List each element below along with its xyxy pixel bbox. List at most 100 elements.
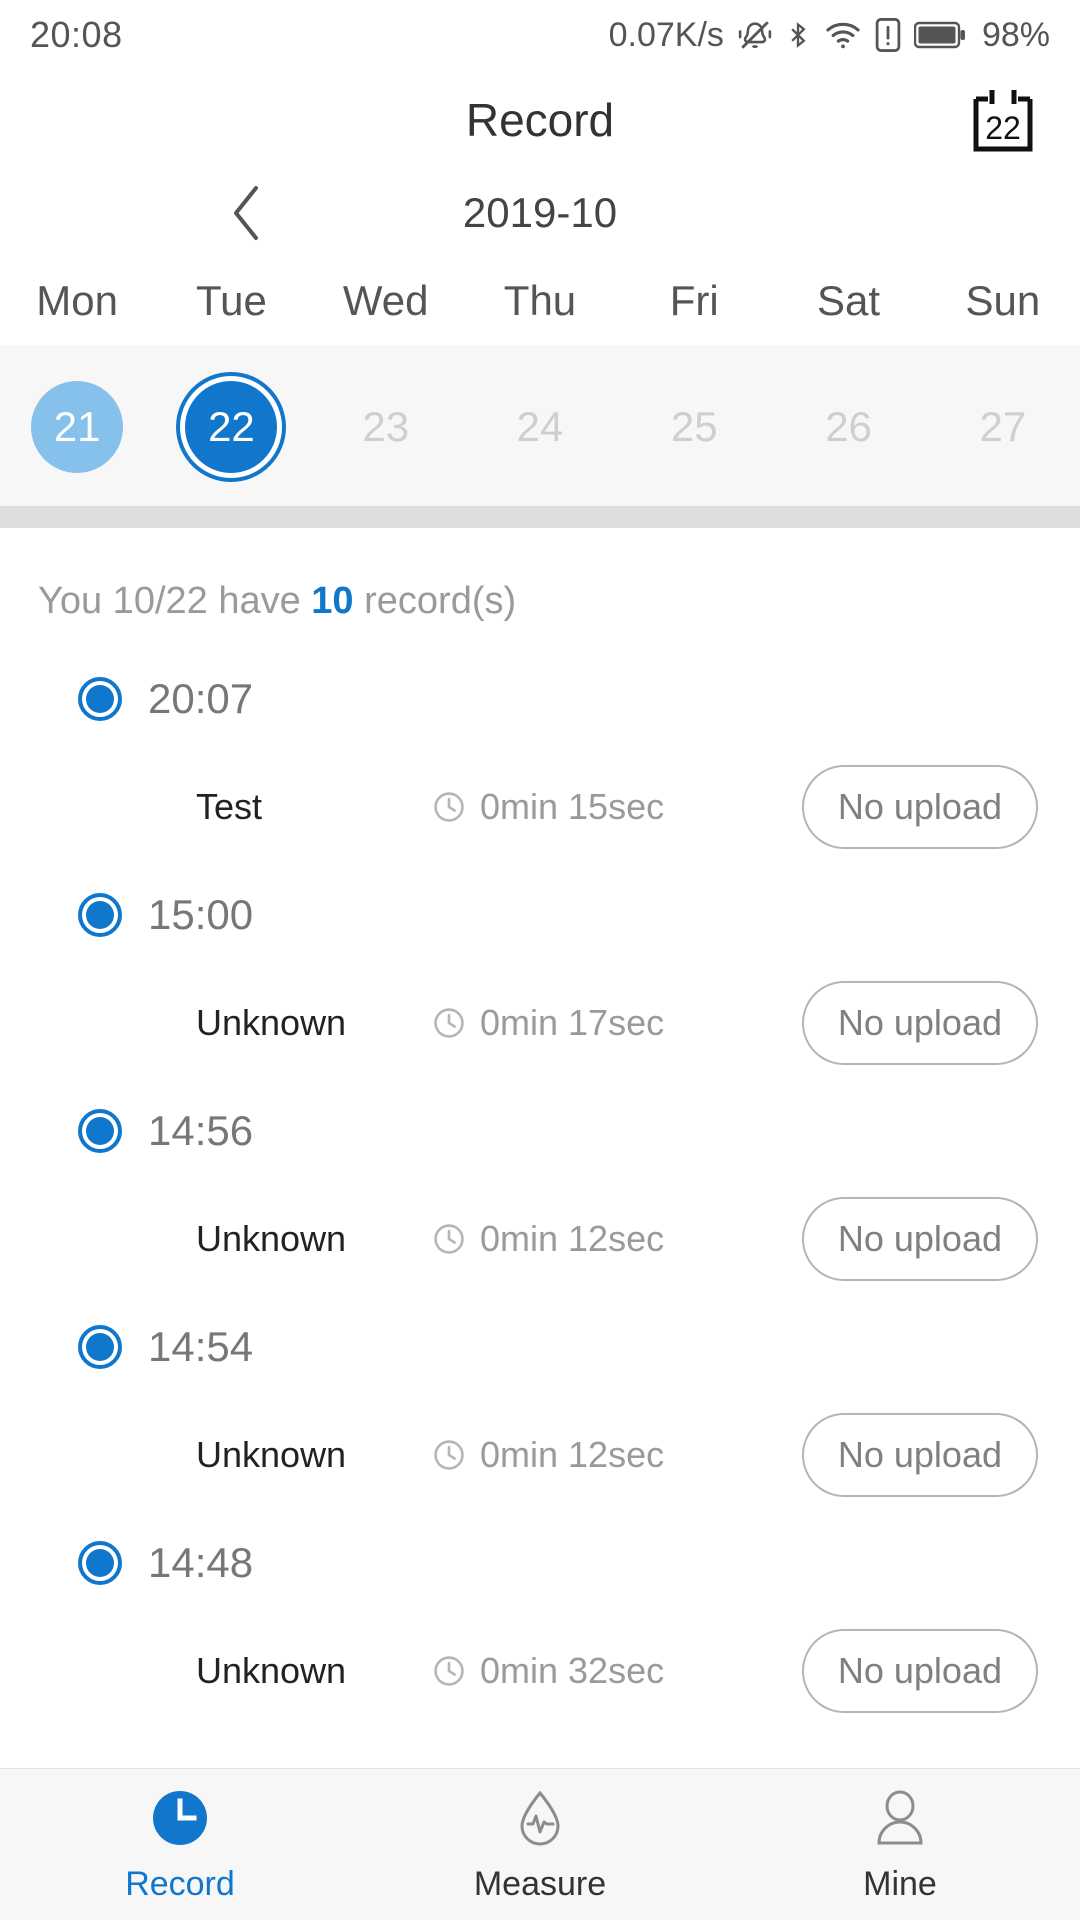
record-time: 20:07 xyxy=(148,675,254,722)
record-row[interactable]: Unknown 0min 12sec No upload xyxy=(0,1389,1080,1521)
record-row[interactable]: Test 0min 15sec No upload xyxy=(0,741,1080,873)
clock-icon xyxy=(148,1786,212,1855)
record-dot-icon xyxy=(78,1109,122,1153)
title-bar: Record 22 xyxy=(0,70,1080,170)
calendar-icon-day: 22 xyxy=(985,110,1021,146)
sim-alert-icon xyxy=(874,16,902,54)
record-time: 14:54 xyxy=(148,1323,254,1370)
weekday-sat: Sat xyxy=(817,277,881,324)
section-divider xyxy=(0,506,1080,528)
status-bar-icons: 0.07K/s 98% xyxy=(609,16,1050,55)
weekday-sun: Sun xyxy=(965,277,1041,324)
person-icon xyxy=(868,1786,932,1855)
droplet-pulse-icon xyxy=(508,1786,572,1855)
record-dot-icon xyxy=(78,1325,122,1369)
battery-percent-text: 98% xyxy=(981,15,1050,54)
weekday-header: Mon Tue Wed Thu Fri Sat Sun xyxy=(0,256,1080,346)
upload-status-button[interactable]: No upload xyxy=(801,981,1038,1065)
status-bar-time: 20:08 xyxy=(30,14,123,55)
month-nav: 2019-10 xyxy=(0,170,1080,256)
record-dot-icon xyxy=(78,677,122,721)
record-dot-icon xyxy=(78,893,122,937)
day-25[interactable]: 25 xyxy=(648,381,740,473)
vibrate-off-icon xyxy=(738,16,772,54)
day-cell[interactable]: 24 xyxy=(463,347,617,506)
day-cell[interactable]: 22 xyxy=(154,347,308,506)
record-time-header: 20:07 xyxy=(0,657,1080,741)
record-name: Unknown xyxy=(196,1002,347,1043)
day-cell[interactable]: 26 xyxy=(771,347,925,506)
weekday-fri: Fri xyxy=(669,277,719,324)
battery-icon xyxy=(913,20,966,50)
record-summary: You 10/22 have 10 record(s) xyxy=(0,528,1080,643)
day-cell[interactable]: 25 xyxy=(617,347,771,506)
clock-icon xyxy=(434,1008,464,1038)
record-duration-text: 0min 17sec xyxy=(480,1002,665,1043)
nav-label-measure: Measure xyxy=(473,1864,607,1903)
clock-icon xyxy=(434,1656,464,1686)
day-24[interactable]: 24 xyxy=(494,381,586,473)
page-title: Record xyxy=(465,94,615,146)
calendar-picker-button[interactable]: 22 xyxy=(968,85,1038,155)
weekday-thu: Thu xyxy=(503,277,577,324)
record-row[interactable]: Unknown 0min 32sec No upload xyxy=(0,1605,1080,1737)
day-cell[interactable]: 23 xyxy=(309,347,463,506)
day-cell[interactable]: 21 xyxy=(0,347,154,506)
wifi-icon xyxy=(824,16,862,54)
record-duration: 0min 12sec xyxy=(432,1434,664,1476)
record-duration-text: 0min 32sec xyxy=(480,1650,665,1691)
summary-count: 10 xyxy=(311,580,354,622)
prev-week-button[interactable] xyxy=(218,183,278,243)
day-22[interactable]: 22 xyxy=(185,380,278,473)
record-time: 14:56 xyxy=(148,1107,254,1154)
record-time: 15:00 xyxy=(148,891,254,938)
record-duration-text: 0min 12sec xyxy=(480,1218,665,1259)
upload-status-button[interactable]: No upload xyxy=(801,765,1038,849)
summary-suffix: record(s) xyxy=(353,580,517,622)
clock-icon xyxy=(434,1440,464,1470)
record-duration-text: 0min 12sec xyxy=(480,1434,665,1475)
record-duration: 0min 15sec xyxy=(432,786,664,828)
record-duration: 0min 12sec xyxy=(432,1218,664,1260)
record-duration: 0min 32sec xyxy=(432,1650,664,1692)
weekday-tue: Tue xyxy=(196,277,267,324)
nav-item-mine[interactable]: Mine xyxy=(720,1786,1080,1904)
weekday-mon: Mon xyxy=(36,277,118,324)
day-21[interactable]: 21 xyxy=(31,380,124,473)
network-speed-text: 0.07K/s xyxy=(608,15,724,54)
record-time-header: 14:54 xyxy=(0,1305,1080,1389)
app-screen: 20:08 0.07K/s 98% Record 22 2019-10 Mon … xyxy=(0,0,1080,1920)
weekday-wed: Wed xyxy=(342,277,429,324)
upload-status-button[interactable]: No upload xyxy=(801,1413,1038,1497)
record-time-header: 14:56 xyxy=(0,1089,1080,1173)
upload-status-button[interactable]: No upload xyxy=(801,1629,1038,1713)
record-name: Unknown xyxy=(196,1218,347,1259)
bluetooth-icon xyxy=(784,16,812,54)
summary-prefix: You 10/22 have xyxy=(38,580,312,622)
record-duration: 0min 17sec xyxy=(432,1002,664,1044)
status-bar: 20:08 0.07K/s 98% xyxy=(0,0,1080,70)
nav-item-measure[interactable]: Measure xyxy=(360,1786,720,1904)
day-strip: 21 22 23 24 25 26 27 xyxy=(0,346,1080,506)
month-label: 2019-10 xyxy=(462,189,618,236)
nav-label-mine: Mine xyxy=(863,1864,937,1903)
nav-label-record: Record xyxy=(125,1864,235,1903)
upload-status-button[interactable]: No upload xyxy=(801,1197,1038,1281)
bottom-navigation: Record Measure Mine xyxy=(0,1768,1080,1920)
nav-item-record[interactable]: Record xyxy=(0,1786,360,1904)
record-time-header: 15:00 xyxy=(0,873,1080,957)
record-row[interactable]: Unknown 0min 17sec No upload xyxy=(0,957,1080,1089)
record-name: Test xyxy=(196,786,263,827)
record-name: Unknown xyxy=(196,1434,347,1475)
record-time-header: 14:48 xyxy=(0,1521,1080,1605)
record-time: 14:48 xyxy=(148,1539,254,1586)
day-cell[interactable]: 27 xyxy=(926,347,1080,506)
day-26[interactable]: 26 xyxy=(803,381,895,473)
record-list: 20:07 Test 0min 15sec No upload 15:00 Un… xyxy=(0,643,1080,1737)
record-row[interactable]: Unknown 0min 12sec No upload xyxy=(0,1173,1080,1305)
day-23[interactable]: 23 xyxy=(340,381,432,473)
clock-icon xyxy=(434,1224,464,1254)
clock-icon xyxy=(434,792,464,822)
record-duration-text: 0min 15sec xyxy=(480,786,665,827)
day-27[interactable]: 27 xyxy=(957,381,1049,473)
